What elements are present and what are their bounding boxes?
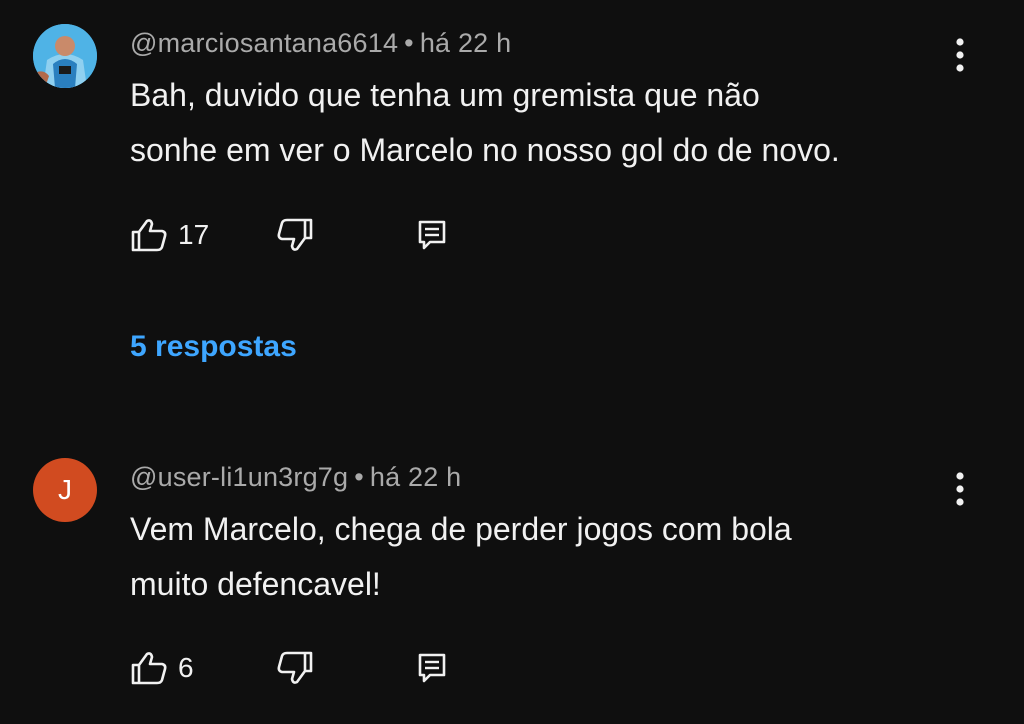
comment-meta: @user-li1un3rg7g • há 22 h bbox=[130, 462, 461, 493]
meta-separator: • bbox=[354, 462, 364, 492]
dislike-button[interactable] bbox=[276, 648, 314, 688]
dislike-icon bbox=[277, 218, 313, 251]
like-icon bbox=[131, 652, 167, 685]
comment-text: Bah, duvido que tenha um gremista que nã… bbox=[130, 77, 840, 168]
avatar[interactable] bbox=[33, 24, 97, 88]
like-count: 17 bbox=[178, 219, 210, 250]
comment-text: Vem Marcelo, chega de perder jogos com b… bbox=[130, 511, 792, 602]
author-handle[interactable]: @marciosantana6614 bbox=[130, 28, 398, 58]
comment-actions: 17 bbox=[130, 215, 530, 255]
avatar-photo-icon bbox=[33, 24, 97, 88]
like-count: 6 bbox=[178, 652, 194, 683]
dislike-button[interactable] bbox=[276, 215, 314, 255]
reply-button[interactable] bbox=[416, 215, 448, 255]
meta-separator: • bbox=[404, 28, 414, 58]
like-button[interactable]: 6 bbox=[130, 648, 194, 688]
reply-icon bbox=[418, 653, 446, 683]
dislike-icon bbox=[277, 651, 313, 684]
comment-time[interactable]: há 22 h bbox=[420, 28, 511, 58]
like-button[interactable]: 17 bbox=[130, 215, 209, 255]
reply-icon bbox=[418, 220, 446, 250]
avatar-letter: J bbox=[58, 474, 72, 505]
comment-time[interactable]: há 22 h bbox=[370, 462, 461, 492]
like-icon bbox=[131, 219, 167, 252]
comment-thread: J @user-li1un3rg7g • há 22 h Vem Marcelo, … bbox=[0, 440, 1024, 724]
view-replies-link[interactable]: 5 respostas bbox=[130, 330, 297, 364]
comment-actions: 6 bbox=[130, 648, 530, 688]
author-handle[interactable]: @user-li1un3rg7g bbox=[130, 462, 348, 492]
comment-meta: @marciosantana6614 • há 22 h bbox=[130, 28, 511, 59]
comment-thread: @marciosantana6614 • há 22 h Bah, duvido q… bbox=[0, 0, 1024, 440]
reply-button[interactable] bbox=[416, 648, 448, 688]
avatar[interactable]: J bbox=[33, 458, 97, 522]
more-vert-icon bbox=[956, 38, 964, 72]
more-vert-icon bbox=[956, 472, 964, 506]
